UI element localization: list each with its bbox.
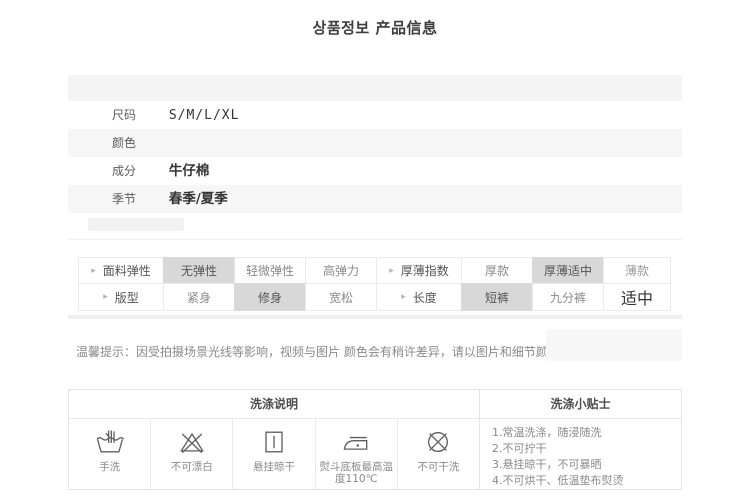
triangle-marker-icon: ▸	[389, 265, 394, 276]
attr-option: 修身	[234, 283, 306, 311]
faded-placeholder	[546, 329, 682, 361]
care-tips-title: 洗涤小贴士	[480, 390, 681, 419]
spec-value: 春季/夏季	[168, 191, 228, 207]
faded-placeholder	[88, 218, 184, 231]
attr-label-thickness-index: ▸ 厚薄指数	[376, 257, 462, 284]
spec-row-season: 季节 春季/夏季	[68, 185, 682, 213]
section-divider	[68, 315, 682, 319]
attr-label-text: 面料弹性	[102, 264, 151, 278]
care-table: 洗涤说明 手洗 不可漂白 悬挂晾干 熨斗底板最高温度110℃ 不可干洗 洗涤小贴…	[68, 389, 682, 490]
spec-table-header-bar	[68, 75, 682, 101]
spec-label: 季节	[112, 192, 137, 206]
attr-label-length: ▸ 长度	[376, 283, 462, 311]
care-symbol-iron-max-110: 熨斗底板最高温度110℃	[316, 419, 398, 489]
notice-bar: 温馨提示：因受拍摄场景光线等影响，视频与图片 颜色会有稍许差异，请以图片和细节颜…	[68, 329, 682, 371]
attr-option: 薄款	[603, 257, 671, 284]
product-info-page: 상품정보 产品信息 尺码 S/M/L/XL 颜色 成分 牛仔棉 季节 春季/夏季…	[0, 0, 750, 497]
attr-label-text: 厚薄指数	[400, 264, 449, 278]
attr-option: 轻微弹性	[234, 257, 306, 284]
attr-option: 无弹性	[163, 257, 235, 284]
attr-option: 厚款	[461, 257, 533, 284]
care-instructions-title: 洗涤说明	[69, 390, 479, 419]
care-tips-list: 1.常温洗涤，随浸随洗 2.不可拧干 3.悬挂晾干，不可暴晒 4.不可烘干、低温…	[480, 419, 681, 489]
care-symbol-no-bleach: 不可漂白	[151, 419, 234, 489]
spec-label: 成分	[112, 164, 137, 178]
attr-option: 高弹力	[305, 257, 377, 284]
attr-option: 紧身	[163, 283, 235, 311]
triangle-marker-icon: ▸	[91, 265, 96, 276]
care-tip: 3.悬挂晾干，不可暴晒	[492, 458, 602, 471]
no-bleach-icon	[179, 432, 204, 454]
spec-label: 尺码	[112, 108, 137, 122]
attr-option: 九分裤	[532, 283, 604, 311]
attr-label-fabric-elasticity: ▸ 面料弹性	[78, 257, 164, 284]
spec-row-size: 尺码 S/M/L/XL	[68, 101, 682, 129]
care-symbol-hang-dry: 悬挂晾干	[233, 419, 316, 489]
attribute-grid: ▸ 面料弹性 无弹性 轻微弹性 高弹力 ▸ 厚薄指数 厚款 厚薄适中 薄款 ▸ …	[78, 257, 678, 311]
hand-wash-icon	[96, 430, 124, 453]
care-instructions-section: 洗涤说明 手洗 不可漂白 悬挂晾干 熨斗底板最高温度110℃ 不可干洗	[69, 390, 479, 489]
attr-option: 短裤	[461, 283, 533, 311]
triangle-marker-icon: ▸	[401, 292, 406, 302]
care-symbol-no-dry-clean: 不可干洗	[398, 419, 479, 489]
attribute-row: ▸ 面料弹性 无弹性 轻微弹性 高弹力 ▸ 厚薄指数 厚款 厚薄适中 薄款	[78, 257, 678, 284]
care-symbol-hand-wash: 手洗	[69, 419, 152, 489]
no-dry-clean-icon	[428, 432, 449, 452]
care-tip: 4.不可烘干、低温垫布熨烫	[492, 474, 624, 487]
care-tips-section: 洗涤小贴士 1.常温洗涤，随浸随洗 2.不可拧干 3.悬挂晾干，不可暴晒 4.不…	[479, 390, 681, 489]
spec-label: 颜色	[112, 136, 137, 150]
spec-value: S/M/L/XL	[168, 108, 240, 123]
care-symbol-row: 手洗 不可漂白 悬挂晾干 熨斗底板最高温度110℃ 不可干洗	[69, 419, 479, 489]
triangle-marker-icon: ▸	[103, 292, 108, 302]
care-tip: 1.常温洗涤，随浸随洗	[492, 426, 602, 439]
care-tip: 2.不可拧干	[492, 442, 547, 455]
care-symbol-label: 不可漂白	[170, 461, 213, 473]
spec-table-footer	[68, 213, 682, 239]
attr-label-text: 长度	[412, 290, 437, 305]
page-title: 상품정보 产品信息	[312, 19, 438, 37]
hang-dry-icon	[265, 431, 283, 453]
product-spec-table: 尺码 S/M/L/XL 颜色 成分 牛仔棉 季节 春季/夏季	[68, 75, 682, 240]
spec-value: 牛仔棉	[168, 163, 210, 179]
care-symbol-label: 悬挂晾干	[253, 461, 295, 473]
attr-label-fit-type: ▸ 版型	[78, 283, 164, 311]
attr-label-text: 版型	[114, 290, 139, 305]
notice-text: 温馨提示：因受拍摄场景光线等影响，视频与图片 颜色会有稍许差异，请以图片和细节颜…	[76, 345, 596, 359]
spec-row-material: 成分 牛仔棉	[68, 157, 682, 185]
care-symbol-label: 熨斗底板最高温度110℃	[319, 461, 393, 485]
attr-option: 宽松	[305, 283, 377, 311]
care-symbol-label: 不可干洗	[417, 461, 460, 473]
iron-max-110-icon	[343, 436, 368, 450]
spec-row-color: 颜色	[68, 129, 682, 157]
attr-option: 厚薄适中	[532, 257, 604, 284]
attribute-row: ▸ 版型 紧身 修身 宽松 ▸ 长度 短裤 九分裤 适中	[78, 283, 678, 311]
care-symbol-label: 手洗	[99, 461, 121, 473]
attr-option: 适中	[603, 283, 671, 311]
